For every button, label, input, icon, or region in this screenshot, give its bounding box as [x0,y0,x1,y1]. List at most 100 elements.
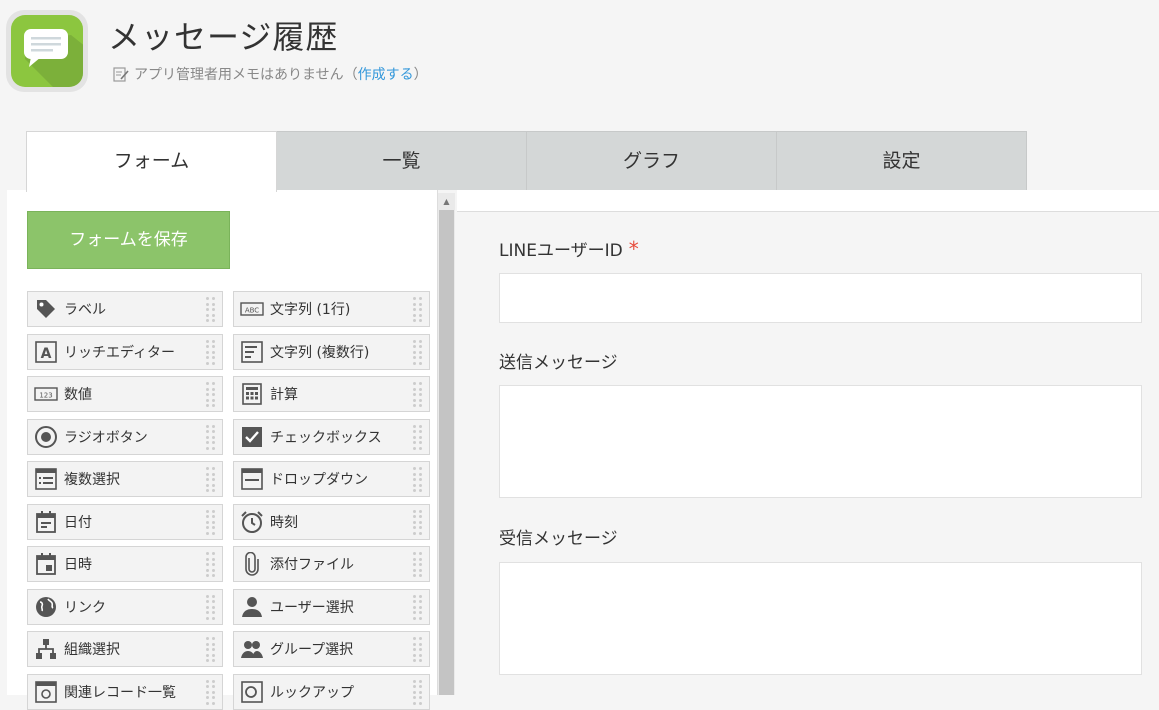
palette-field-item[interactable]: 文字列 (複数行) [233,333,430,370]
palette-field-item[interactable]: ユーザー選択 [233,588,430,625]
scroll-up-arrow-icon[interactable]: ▲ [438,193,455,211]
related-records-icon [34,680,58,704]
palette-field-item[interactable]: 時刻 [233,503,430,540]
tab-list[interactable]: 一覧 [276,131,527,190]
drag-handle-icon[interactable] [413,339,425,366]
field-label-text: LINEユーザーID [499,241,623,261]
drag-handle-icon[interactable] [413,467,425,493]
globe-icon [34,595,58,619]
palette-field-label: ルックアップ [270,684,354,701]
paperclip-icon [240,552,264,576]
drag-handle-icon[interactable] [206,594,218,621]
scroll-thumb[interactable] [439,210,454,695]
drag-handle-icon[interactable] [206,424,218,451]
palette-field-label: 日付 [64,514,92,531]
palette-field-item[interactable]: 日時 [27,546,223,582]
svg-text:A: A [41,346,52,362]
abc-text-icon: ABC [240,297,264,321]
form-canvas: LINEユーザーID * 送信メッセージ 受信メッセージ [457,212,1159,695]
multiline-text-icon [240,340,264,364]
palette-field-label: 文字列 (複数行) [270,344,370,361]
create-memo-link[interactable]: 作成する [358,64,414,84]
drag-handle-icon[interactable] [413,679,425,706]
palette-field-item[interactable]: 複数選択 [27,461,223,497]
app-settings-tabs: フォーム 一覧 グラフ 設定 [26,131,1027,192]
palette-field-item[interactable]: 日付 [27,503,223,540]
palette-field-item[interactable]: A リッチエディター [27,333,223,370]
palette-field-label: リンク [64,599,106,616]
app-memo: アプリ管理者用メモはありません（ 作成する） [112,64,428,84]
drag-handle-icon[interactable] [206,339,218,366]
group-icon [240,637,264,661]
drag-handle-icon[interactable] [206,297,218,323]
palette-field-label: 添付ファイル [270,557,354,573]
palette-scrollbar[interactable]: ▲ [438,193,455,695]
tab-settings[interactable]: 設定 [776,131,1027,190]
palette-field-label: 計算 [270,387,298,403]
palette-field-item[interactable]: ルックアップ [233,673,430,710]
multi-select-icon [34,467,58,491]
memo-edit-icon [113,67,129,82]
drag-handle-icon[interactable] [413,552,425,578]
form-canvas-topbar [457,190,1159,212]
palette-field-item[interactable]: ドロップダウン [233,461,430,497]
palette-field-item[interactable]: 組織選択 [27,631,223,667]
tag-icon [34,297,58,321]
drag-handle-icon[interactable] [413,509,425,536]
drag-handle-icon[interactable] [206,467,218,493]
palette-field-item[interactable]: 関連レコード一覧 [27,673,223,710]
svg-text:123: 123 [39,392,52,400]
memo-close-paren: ） [413,67,428,83]
palette-field-item[interactable]: ABC 文字列 (1行) [233,291,430,327]
dropdown-icon [240,467,264,491]
field-palette: フォームを保存 ラベル ABC 文字列 (1行) A リッチエディター 文字列 (複数行)… [7,190,438,710]
drag-handle-icon[interactable] [413,424,425,451]
sent-message-textarea[interactable] [499,385,1142,498]
drag-handle-icon[interactable] [206,382,218,408]
save-form-button[interactable]: フォームを保存 [27,211,230,269]
drag-handle-icon[interactable] [206,552,218,578]
field-label-received-message: 受信メッセージ [499,529,618,549]
user-icon [240,595,264,619]
palette-field-label: 関連レコード一覧 [64,684,176,701]
alarm-clock-icon [240,510,264,534]
drag-handle-icon[interactable] [206,679,218,706]
drag-handle-icon[interactable] [206,509,218,536]
app-icon [6,10,88,92]
drag-handle-icon[interactable] [413,297,425,323]
drag-handle-icon[interactable] [413,637,425,663]
palette-field-item[interactable]: ラジオボタン [27,418,223,455]
drag-handle-icon[interactable] [413,594,425,621]
line-user-id-input[interactable] [499,273,1142,323]
palette-field-label: ラベル [64,302,106,318]
palette-field-label: ユーザー選択 [270,599,354,616]
tab-graph[interactable]: グラフ [526,131,777,190]
drag-handle-icon[interactable] [413,382,425,408]
drag-handle-icon[interactable] [206,637,218,663]
palette-field-item[interactable]: 計算 [233,376,430,412]
checkbox-icon [240,425,264,449]
calculator-icon [240,382,264,406]
palette-field-label: チェックボックス [270,429,382,446]
palette-field-item[interactable]: チェックボックス [233,418,430,455]
palette-field-item[interactable]: ラベル [27,291,223,327]
date-icon [34,510,58,534]
received-message-textarea[interactable] [499,562,1142,675]
palette-field-item[interactable]: リンク [27,588,223,625]
palette-field-item[interactable]: 添付ファイル [233,546,430,582]
palette-field-item[interactable]: グループ選択 [233,631,430,667]
palette-field-item[interactable]: 123 数値 [27,376,223,412]
datetime-icon [34,552,58,576]
tab-form[interactable]: フォーム [26,131,277,192]
speech-bubble-icon [24,29,83,87]
palette-field-label: リッチエディター [64,344,176,361]
memo-text: アプリ管理者用メモはありません（ [134,67,358,83]
palette-field-label: 文字列 (1行) [270,302,351,318]
org-tree-icon [34,637,58,661]
number-123-icon: 123 [34,382,58,406]
palette-field-label: 組織選択 [64,642,120,658]
field-label-line-user-id: LINEユーザーID * [499,236,639,261]
palette-field-label: 時刻 [270,514,298,531]
rich-editor-icon: A [34,340,58,364]
svg-text:ABC: ABC [245,307,259,315]
